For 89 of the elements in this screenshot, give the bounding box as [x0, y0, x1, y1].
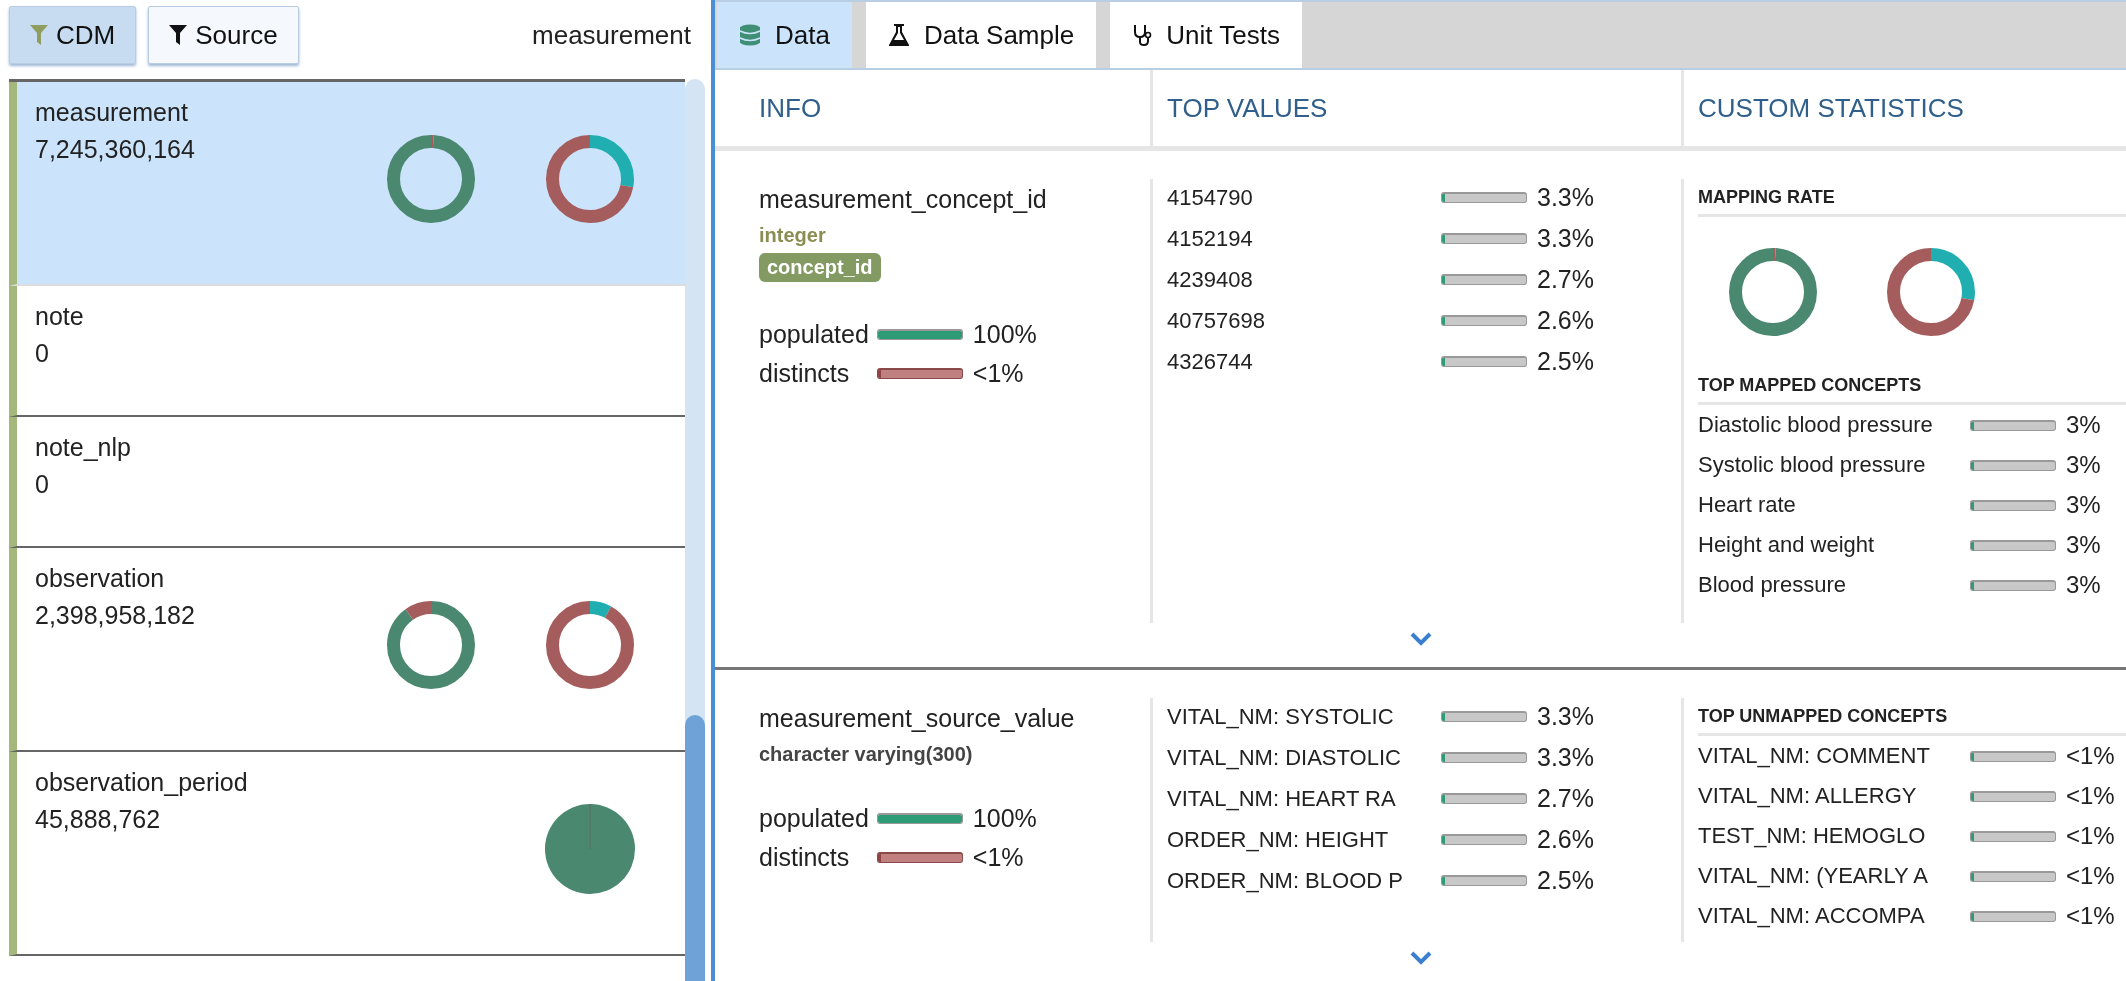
percent-text: 3%	[2066, 451, 2102, 479]
percent-text: 2.5%	[1537, 866, 1595, 895]
percent-text: <1%	[2066, 902, 2116, 930]
metric-label: distincts	[759, 359, 851, 388]
percent-text: <1%	[972, 359, 1025, 388]
filter-icon	[30, 25, 48, 45]
concept-label: VITAL_NM: COMMENT	[1698, 743, 1931, 769]
percent-text: <1%	[2066, 822, 2116, 850]
concept-label: VITAL_NM: (YEARLY A	[1698, 863, 1929, 889]
table-name: observation	[35, 564, 166, 593]
database-icon	[739, 23, 761, 47]
concept-label: Blood pressure	[1698, 572, 1847, 598]
concept-label: TEST_NM: HEMOGLO	[1698, 823, 1927, 849]
stethoscope-icon	[1132, 23, 1153, 47]
percent-text: <1%	[2066, 862, 2116, 890]
sidebar-item[interactable]: observation_period 45,888,762	[9, 752, 685, 956]
percent-text: 3%	[2066, 491, 2102, 519]
concept-label: VITAL_NM: ACCOMPA	[1698, 903, 1926, 929]
chevron-icon[interactable]	[1408, 950, 1433, 966]
row-count: 45,888,762	[35, 805, 162, 834]
chevron-icon[interactable]	[1408, 631, 1433, 647]
section-title: TOP UNMAPPED CONCEPTS	[1698, 698, 2126, 736]
percent-text: 3.3%	[1537, 702, 1595, 731]
percent-text: <1%	[972, 843, 1025, 872]
value-text: 40757698	[1167, 307, 1266, 334]
percent-text: 2.7%	[1537, 784, 1595, 813]
percent-text: <1%	[2066, 782, 2116, 810]
type-badge: concept_id	[759, 253, 881, 282]
row-count: 0	[35, 339, 50, 368]
percent-text: 100%	[972, 804, 1037, 833]
scrollbar-thumb[interactable]	[685, 715, 705, 981]
sidebar-item[interactable]: note_nlp 0	[9, 417, 685, 548]
tab[interactable]: Unit Tests	[1110, 2, 1302, 68]
column-header: INFO	[758, 91, 823, 125]
value-text: VITAL_NM: HEART RA	[1167, 785, 1397, 812]
metric-label: populated	[759, 320, 869, 349]
percent-text: 3.3%	[1537, 743, 1595, 772]
column-header: CUSTOM STATISTICS	[1681, 70, 2126, 146]
sidebar-item[interactable]: note 0	[9, 286, 685, 417]
filter-button[interactable]: CDM	[9, 6, 137, 64]
metric-label: distincts	[759, 843, 851, 872]
row-count: 7,245,360,164	[35, 135, 196, 164]
percent-text: 3.3%	[1537, 224, 1595, 253]
filter-icon	[169, 25, 188, 45]
value-text: 4326744	[1167, 348, 1254, 375]
value-text: 4239408	[1167, 266, 1254, 293]
value-text: 4152194	[1167, 225, 1254, 252]
value-text: VITAL_NM: DIASTOLIC	[1167, 744, 1402, 771]
section-title: TOP MAPPED CONCEPTS	[1698, 367, 2126, 405]
field-name: measurement_source_value	[759, 704, 1076, 733]
table-name: note_nlp	[35, 433, 132, 462]
percent-text: <1%	[2066, 742, 2116, 770]
percent-text: 3%	[2066, 571, 2102, 599]
sidebar-item[interactable]: measurement 7,245,360,164	[9, 82, 685, 286]
tab[interactable]: Data Sample	[865, 2, 1097, 68]
current-table-label: measurement	[532, 19, 691, 51]
percent-text: 3%	[2066, 411, 2102, 439]
value-text: ORDER_NM: HEIGHT	[1167, 826, 1390, 853]
concept-label: Heart rate	[1698, 492, 1797, 518]
row-count: 0	[35, 470, 50, 499]
scrollbar[interactable]	[685, 79, 705, 981]
row-count: 2,398,958,182	[35, 601, 196, 630]
value-text: VITAL_NM: SYSTOLIC	[1167, 703, 1395, 730]
value-text: ORDER_NM: BLOOD P	[1167, 867, 1404, 894]
percent-text: 2.6%	[1537, 306, 1595, 335]
percent-text: 2.5%	[1537, 347, 1595, 376]
value-text: 4154790	[1167, 184, 1254, 211]
metric-label: populated	[759, 804, 869, 833]
field-name: measurement_concept_id	[759, 185, 1048, 214]
percent-text: 2.7%	[1537, 265, 1595, 294]
table-name: measurement	[35, 98, 189, 127]
percent-text: 3%	[2066, 531, 2102, 559]
percent-text: 2.6%	[1537, 825, 1595, 854]
flask-icon	[887, 23, 910, 47]
filter-button[interactable]: Source	[148, 6, 299, 64]
field-type: integer	[759, 224, 827, 247]
table-name: note	[35, 302, 85, 331]
column-header: TOP VALUES	[1150, 70, 1681, 146]
table-name: observation_period	[35, 768, 249, 797]
percent-text: 3.3%	[1537, 183, 1595, 212]
concept-label: Height and weight	[1698, 532, 1876, 558]
concept-label: Diastolic blood pressure	[1698, 412, 1934, 438]
field-type: character varying(300)	[759, 743, 974, 766]
concept-label: Systolic blood pressure	[1698, 452, 1927, 478]
tab[interactable]: Data	[717, 2, 852, 68]
sidebar-item[interactable]: observation 2,398,958,182	[9, 548, 685, 752]
concept-label: VITAL_NM: ALLERGY	[1698, 783, 1918, 809]
percent-text: 100%	[972, 320, 1037, 349]
section-title: MAPPING RATE	[1698, 179, 2126, 217]
